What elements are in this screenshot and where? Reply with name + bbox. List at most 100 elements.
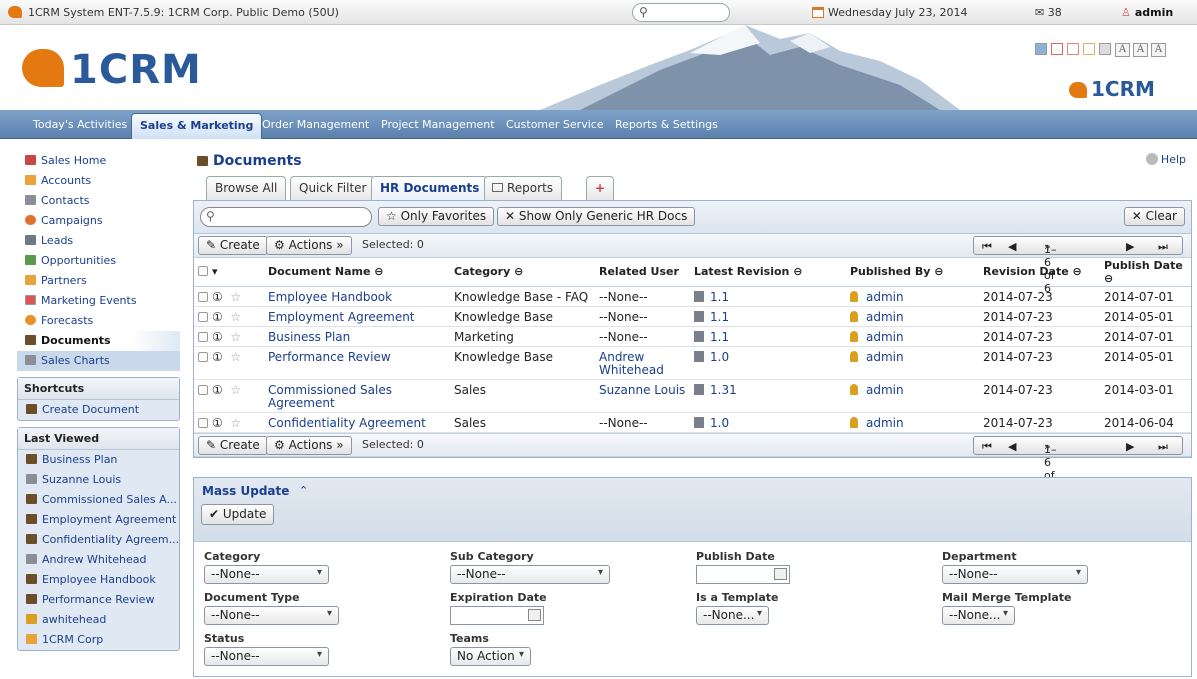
next-page-icon[interactable]: ▶ xyxy=(1126,240,1134,253)
theme-pink-button[interactable] xyxy=(1067,43,1079,55)
document-name-link[interactable]: Commissioned Sales Agreement xyxy=(264,379,450,413)
published-by-cell[interactable]: admin xyxy=(846,346,979,380)
published-by-link[interactable]: admin xyxy=(866,383,904,397)
tab-hr-documents[interactable]: HR Documents xyxy=(371,176,489,201)
category-select[interactable]: --None-- xyxy=(204,565,329,584)
last-viewed-item[interactable]: Confidentiality Agreem... xyxy=(18,530,179,550)
tab-quick-filter[interactable]: Quick Filter xyxy=(290,176,376,200)
only-favorites-button[interactable]: ☆ Only Favorites xyxy=(378,207,495,226)
first-page-icon[interactable]: ⏮ xyxy=(982,240,992,254)
published-by-cell[interactable]: admin xyxy=(846,306,979,327)
last-viewed-item[interactable]: Suzanne Louis xyxy=(18,470,179,490)
document-name-link[interactable]: Confidentiality Agreement xyxy=(264,412,450,433)
sidebar-item-leads[interactable]: Leads xyxy=(17,231,180,251)
sidebar-item-contacts[interactable]: Contacts xyxy=(17,191,180,211)
status-select[interactable]: --None-- xyxy=(204,647,329,666)
revision-cell[interactable]: 1.1 xyxy=(690,286,846,307)
actions-button[interactable]: ⚙ Actions » xyxy=(266,435,352,455)
related-user-link[interactable]: Suzanne Louis xyxy=(595,379,690,413)
info-icon[interactable]: ① xyxy=(212,383,223,397)
revision-cell[interactable]: 1.0 xyxy=(690,412,846,433)
favorite-star-icon[interactable]: ☆ xyxy=(230,416,241,430)
info-icon[interactable]: ① xyxy=(212,310,223,324)
revision-link[interactable]: 1.0 xyxy=(710,350,729,364)
col-latest-revision[interactable]: Latest Revision ⊖ xyxy=(690,258,846,287)
row-checkbox[interactable] xyxy=(198,384,208,395)
published-by-link[interactable]: admin xyxy=(866,350,904,364)
font-medium-button[interactable]: A xyxy=(1133,43,1148,57)
published-by-cell[interactable]: admin xyxy=(846,379,979,413)
document-name-link[interactable]: Employee Handbook xyxy=(264,286,450,307)
info-icon[interactable]: ① xyxy=(212,330,223,344)
generic-hr-docs-button[interactable]: ✕ Show Only Generic HR Docs xyxy=(497,207,696,226)
revision-link[interactable]: 1.31 xyxy=(710,383,737,397)
row-checkbox[interactable] xyxy=(198,351,208,362)
revision-link[interactable]: 1.0 xyxy=(710,416,729,430)
nav-tab-todays-activities[interactable]: Today's Activities xyxy=(33,118,127,131)
publish-date-input[interactable] xyxy=(696,565,790,584)
revision-link[interactable]: 1.1 xyxy=(710,290,729,304)
sidebar-item-sales-charts[interactable]: Sales Charts xyxy=(17,351,180,371)
last-viewed-item[interactable]: Performance Review xyxy=(18,590,179,610)
published-by-cell[interactable]: admin xyxy=(846,412,979,433)
prev-page-icon[interactable]: ◀ xyxy=(1008,240,1016,253)
revision-cell[interactable]: 1.1 xyxy=(690,326,846,347)
published-by-link[interactable]: admin xyxy=(866,416,904,430)
create-button[interactable]: ✎ Create xyxy=(198,435,268,455)
published-by-link[interactable]: admin xyxy=(866,290,904,304)
published-by-cell[interactable]: admin xyxy=(846,326,979,347)
nav-tab-reports-settings[interactable]: Reports & Settings xyxy=(615,118,718,131)
calendar-icon[interactable] xyxy=(528,609,541,621)
document-type-select[interactable]: --None-- xyxy=(204,606,339,625)
revision-cell[interactable]: 1.0 xyxy=(690,346,846,380)
favorite-star-icon[interactable]: ☆ xyxy=(230,383,241,397)
mail-link[interactable]: ✉ 38 xyxy=(1035,6,1062,19)
published-by-link[interactable]: admin xyxy=(866,310,904,324)
nav-tab-order-management[interactable]: Order Management xyxy=(262,118,369,131)
row-checkbox[interactable] xyxy=(198,311,208,322)
sidebar-item-forecasts[interactable]: Forecasts xyxy=(17,311,180,331)
sidebar-item-accounts[interactable]: Accounts xyxy=(17,171,180,191)
update-button[interactable]: ✔ Update xyxy=(201,504,275,525)
clear-button[interactable]: ✕ Clear xyxy=(1123,207,1185,226)
theme-red-button[interactable] xyxy=(1051,43,1063,55)
published-by-link[interactable]: admin xyxy=(866,330,904,344)
nav-tab-customer-service[interactable]: Customer Service xyxy=(506,118,604,131)
sidebar-item-partners[interactable]: Partners xyxy=(17,271,180,291)
favorite-star-icon[interactable]: ☆ xyxy=(230,330,241,344)
date-display[interactable]: Wednesday July 23, 2014 xyxy=(812,6,967,19)
nav-tab-sales-marketing[interactable]: Sales & Marketing xyxy=(131,113,263,139)
next-page-icon[interactable]: ▶ xyxy=(1126,440,1134,453)
is-template-select[interactable]: --None... xyxy=(696,606,769,625)
last-viewed-item[interactable]: Employment Agreement xyxy=(18,510,179,530)
prev-page-icon[interactable]: ◀ xyxy=(1008,440,1016,453)
tab-browse-all[interactable]: Browse All xyxy=(206,176,287,200)
logo[interactable]: 1CRM xyxy=(22,47,202,93)
sidebar-item-sales-home[interactable]: Sales Home xyxy=(17,151,180,171)
row-checkbox[interactable] xyxy=(198,417,208,428)
teams-select[interactable]: No Action xyxy=(450,647,531,666)
expiration-date-input[interactable] xyxy=(450,606,544,625)
col-revision-date[interactable]: Revision Date ⊖ xyxy=(979,258,1100,287)
sidebar-item-marketing-events[interactable]: Marketing Events xyxy=(17,291,180,311)
theme-gold-button[interactable] xyxy=(1083,43,1095,55)
last-viewed-item[interactable]: Commissioned Sales A... xyxy=(18,490,179,510)
favorite-star-icon[interactable]: ☆ xyxy=(230,310,241,324)
last-viewed-item[interactable]: awhitehead xyxy=(18,610,179,630)
sidebar-item-opportunities[interactable]: Opportunities xyxy=(17,251,180,271)
info-icon[interactable]: ① xyxy=(212,350,223,364)
last-viewed-item[interactable]: Andrew Whitehead xyxy=(18,550,179,570)
revision-cell[interactable]: 1.1 xyxy=(690,306,846,327)
revision-cell[interactable]: 1.31 xyxy=(690,379,846,413)
first-page-icon[interactable]: ⏮ xyxy=(982,440,992,454)
last-viewed-item[interactable]: Business Plan xyxy=(18,450,179,470)
last-page-icon[interactable]: ⏭ xyxy=(1158,440,1168,454)
document-name-link[interactable]: Performance Review xyxy=(264,346,450,380)
mail-merge-select[interactable]: --None... xyxy=(942,606,1015,625)
font-small-button[interactable]: A xyxy=(1115,43,1130,57)
create-button[interactable]: ✎ Create xyxy=(198,236,268,255)
nav-tab-project-management[interactable]: Project Management xyxy=(381,118,495,131)
row-checkbox[interactable] xyxy=(198,291,208,302)
info-icon[interactable]: ① xyxy=(212,290,223,304)
list-search-input[interactable]: ⚲ xyxy=(200,207,372,227)
